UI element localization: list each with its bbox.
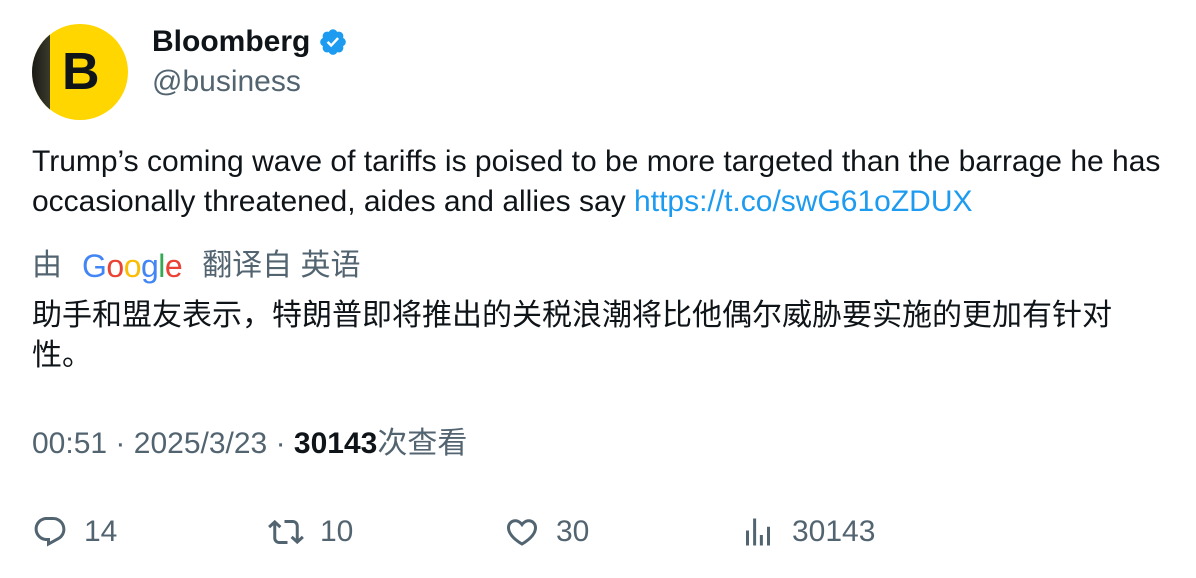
- meta-separator-2: ·: [275, 427, 286, 460]
- tweet-link[interactable]: https://t.co/swG61oZDUX: [634, 185, 972, 218]
- translation-prefix: 由: [32, 249, 62, 282]
- tweet-time[interactable]: 00:51: [32, 427, 107, 460]
- avatar-fold: [32, 24, 50, 42]
- retweet-icon: [268, 519, 304, 545]
- verified-badge-icon: [320, 29, 347, 55]
- tweet-meta: 00:51 · 2025/3/23 · 30143次查看: [32, 424, 467, 464]
- avatar[interactable]: B: [32, 24, 128, 120]
- heart-icon: [506, 519, 538, 546]
- like-count: 30: [556, 515, 590, 548]
- author-name[interactable]: Bloomberg: [152, 24, 310, 60]
- reply-icon: [34, 517, 66, 547]
- views-count: 30143: [293, 427, 378, 460]
- reply-button[interactable]: 14: [32, 512, 117, 552]
- views-label: 次查看: [377, 427, 468, 460]
- meta-separator: ·: [115, 427, 126, 460]
- tweet-date[interactable]: 2025/3/23: [134, 427, 267, 460]
- views-button[interactable]: 30143: [740, 512, 875, 552]
- retweet-button[interactable]: 10: [268, 512, 353, 552]
- like-button[interactable]: 30: [504, 512, 589, 552]
- tweet-text: Trump’s coming wave of tariffs is poised…: [32, 142, 1162, 222]
- analytics-icon: [746, 518, 770, 546]
- tweet-body: Trump’s coming wave of tariffs is poised…: [32, 145, 1161, 218]
- author-handle[interactable]: @business: [152, 64, 301, 100]
- translation-suffix: 翻译自 英语: [202, 249, 361, 282]
- author-name-row[interactable]: Bloomberg: [152, 24, 348, 60]
- views-action-count: 30143: [792, 515, 876, 548]
- translation-attribution: 由 Google 翻译自 英语: [32, 246, 361, 286]
- translated-text: 助手和盟友表示，特朗普即将推出的关税浪潮将比他偶尔威胁要实施的更加有针对性。: [32, 299, 1112, 372]
- google-logo: Google: [82, 248, 183, 284]
- retweet-count: 10: [320, 515, 354, 548]
- avatar-letter: B: [62, 43, 100, 101]
- reply-count: 14: [84, 515, 118, 548]
- action-bar: 14 10 30 30143: [32, 512, 1162, 552]
